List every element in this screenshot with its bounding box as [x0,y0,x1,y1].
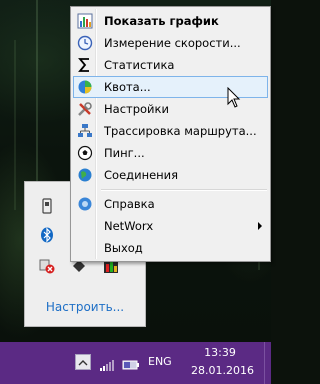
menu-item-label: Выход [104,241,143,255]
menu-item-label: Квота... [104,80,151,94]
menu-item-label: Трассировка маршрута... [104,124,257,138]
tools-icon [77,101,93,117]
clock-time[interactable]: 13:39 [198,346,242,359]
usb-device-icon[interactable] [39,198,55,214]
menu-item-label: NetWorx [104,219,154,233]
signal-icon[interactable] [99,356,115,371]
wallpaper-detail [36,0,38,200]
menu-item-statistics[interactable]: Статистика [73,54,268,76]
help-icon [77,196,93,212]
menu-item-ping[interactable]: Пинг... [73,142,268,164]
menu-item-label: Измерение скорости... [104,36,241,50]
submenu-arrow-icon [258,222,262,230]
configure-link[interactable]: Настроить... [25,300,145,314]
menu-item-label: Настройки [104,102,169,116]
ball-icon [77,145,93,161]
menu-separator [101,189,267,191]
show-desktop-button[interactable] [264,342,272,384]
menu-item-connections[interactable]: Соединения [73,164,268,186]
globe-icon [77,167,93,183]
menu-item-networx[interactable]: NetWorx [73,215,268,237]
menu-item-speed-test[interactable]: Измерение скорости... [73,32,268,54]
menu-item-label: Пинг... [104,146,145,160]
menu-item-label: Справка [104,197,155,211]
taskbar: ENG 13:39 28.01.2016 [0,342,271,384]
menu-item-label: Соединения [104,168,179,182]
chevron-up-icon [78,360,88,366]
show-hidden-icons-button[interactable] [75,354,91,370]
network-icon [77,123,93,139]
mouse-cursor-icon [227,86,241,109]
battery-icon[interactable] [122,356,140,370]
sigma-icon [77,57,93,73]
clock-date[interactable]: 28.01.2016 [191,364,254,377]
pie-icon [77,79,93,95]
menu-item-exit[interactable]: Выход [73,237,268,259]
chart-icon [77,13,93,29]
menu-item-traceroute[interactable]: Трассировка маршрута... [73,120,268,142]
clock-icon [77,35,93,51]
network-warning-icon[interactable] [39,258,55,274]
wallpaper-detail [14,40,16,210]
menu-item-label: Показать график [104,14,219,28]
menu-item-help[interactable]: Справка [73,193,268,215]
menu-item-show-graph[interactable]: Показать график [73,10,268,32]
networx-context-menu: Показать график Измерение скорости... Ст… [70,6,271,262]
language-indicator[interactable]: ENG [148,355,172,368]
menu-item-label: Статистика [104,58,175,72]
bluetooth-icon[interactable] [39,227,55,243]
